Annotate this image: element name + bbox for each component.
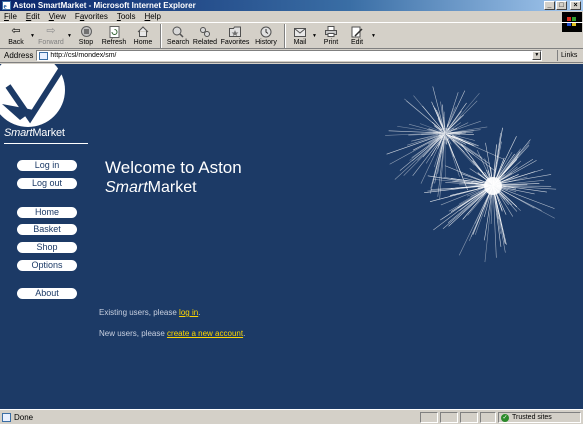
existing-users-text: Existing users, please log in. — [99, 308, 201, 317]
logo-underline — [4, 143, 88, 144]
refresh-button[interactable]: Refresh — [99, 23, 129, 49]
history-button[interactable]: History — [251, 23, 281, 49]
favorites-folder-icon — [228, 25, 242, 38]
page-done-icon — [2, 412, 11, 422]
ie-page-icon: e — [2, 1, 11, 10]
stop-button[interactable]: Stop — [73, 23, 99, 49]
mail-dropdown[interactable]: ▼ — [311, 23, 318, 39]
forward-button[interactable]: ⇨ Forward — [36, 23, 66, 49]
search-button[interactable]: Search — [165, 23, 191, 49]
forward-dropdown[interactable]: ▼ — [66, 23, 73, 39]
refresh-icon — [107, 25, 121, 38]
basket-button[interactable]: Basket — [17, 224, 77, 235]
menu-edit[interactable]: Edit — [26, 12, 40, 21]
menu-tools[interactable]: Tools — [117, 12, 136, 21]
forward-arrow-icon: ⇨ — [46, 25, 56, 37]
security-zone: ✓ Trusted sites — [498, 412, 581, 423]
links-button[interactable]: Links » — [557, 50, 581, 70]
status-panel — [440, 412, 458, 423]
status-panel — [480, 412, 496, 423]
page-icon — [39, 51, 49, 60]
status-bar: Done ✓ Trusted sites — [0, 409, 583, 424]
title-bar: e Aston SmartMarket - Microsoft Internet… — [0, 0, 583, 11]
smartmarket-logo — [0, 64, 65, 127]
shop-button[interactable]: Shop — [17, 242, 77, 253]
edit-dropdown[interactable]: ▼ — [370, 23, 377, 39]
page-content: SmartMarket Log in Log out Home Basket S… — [0, 64, 583, 409]
mail-icon — [293, 25, 307, 38]
menu-favorites[interactable]: Favorites — [75, 12, 108, 21]
edit-button[interactable]: Edit — [344, 23, 370, 49]
login-button[interactable]: Log in — [17, 160, 77, 171]
address-bar: Address ▼ Links » — [0, 49, 583, 70]
maximize-button[interactable]: □ — [556, 1, 567, 10]
create-account-link[interactable]: create a new account — [167, 329, 243, 338]
toolbar-separator — [284, 24, 286, 48]
home-button[interactable]: Home — [129, 23, 157, 49]
favorites-button[interactable]: Favorites — [219, 23, 251, 49]
menu-view[interactable]: View — [49, 12, 66, 21]
related-icon — [198, 25, 212, 38]
fireworks-image — [385, 86, 557, 263]
menu-help[interactable]: Help — [145, 12, 161, 21]
stop-icon — [79, 25, 93, 38]
about-button[interactable]: About — [17, 288, 77, 299]
status-panel — [420, 412, 438, 423]
home-icon — [136, 25, 150, 38]
login-link[interactable]: log in — [179, 308, 198, 317]
status-text: Done — [14, 412, 34, 422]
svg-text:e: e — [4, 3, 7, 11]
history-icon — [259, 25, 273, 38]
welcome-heading: Welcome to Aston SmartMarket — [105, 158, 242, 196]
status-panel — [460, 412, 478, 423]
back-button[interactable]: ⇦ Back — [3, 23, 29, 49]
close-button[interactable]: × — [570, 1, 581, 10]
edit-page-icon — [350, 25, 364, 38]
related-button[interactable]: Related — [191, 23, 219, 49]
address-field[interactable]: ▼ — [36, 50, 543, 61]
standard-toolbar: ⇦ Back ▼ ⇨ Forward ▼ Stop Refresh Home S… — [0, 22, 583, 49]
window-title: Aston SmartMarket - Microsoft Internet E… — [13, 1, 196, 10]
search-icon — [171, 25, 185, 38]
menu-file[interactable]: File — [4, 12, 17, 21]
back-dropdown[interactable]: ▼ — [29, 23, 36, 39]
print-button[interactable]: Print — [318, 23, 344, 49]
address-label: Address — [4, 51, 34, 60]
trusted-sites-icon: ✓ — [501, 413, 509, 422]
address-dropdown-icon[interactable]: ▼ — [532, 51, 542, 60]
mail-button[interactable]: Mail — [289, 23, 311, 49]
back-arrow-icon: ⇦ — [11, 25, 21, 37]
minimize-button[interactable]: _ — [544, 1, 555, 10]
home-nav-button[interactable]: Home — [17, 207, 77, 218]
logout-button[interactable]: Log out — [17, 178, 77, 189]
logo-text: SmartMarket — [4, 127, 65, 139]
printer-icon — [324, 25, 338, 38]
address-input[interactable] — [50, 51, 531, 60]
new-users-text: New users, please create a new account. — [99, 329, 246, 338]
menu-bar: File Edit View Favorites Tools Help — [0, 11, 583, 22]
options-button[interactable]: Options — [17, 260, 77, 271]
toolbar-separator — [160, 24, 162, 48]
